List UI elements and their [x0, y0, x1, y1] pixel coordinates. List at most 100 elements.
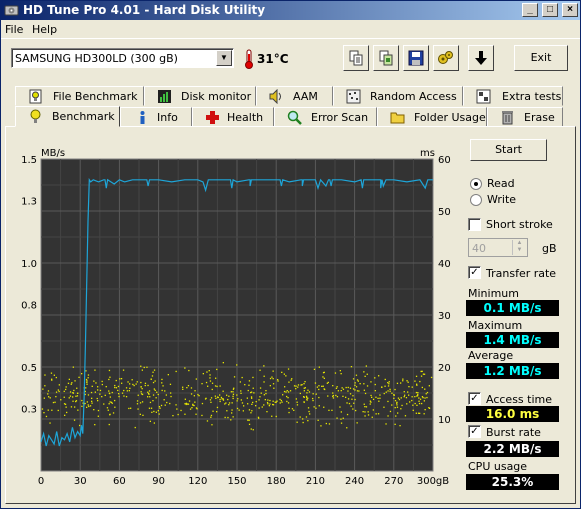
minimum-value: 0.1 MB/s — [466, 300, 559, 316]
access-time-point — [411, 396, 413, 398]
tab-info-label: Info — [157, 111, 178, 124]
access-time-point — [136, 381, 138, 383]
access-time-point — [265, 390, 267, 392]
start-button[interactable]: Start — [470, 139, 547, 161]
short-stroke-input[interactable]: 40 ▲ ▼ — [468, 238, 528, 257]
access-time-point — [408, 394, 410, 396]
access-time-point — [406, 380, 408, 382]
access-time-point — [78, 376, 80, 378]
access-time-point — [161, 389, 163, 392]
tab-benchmark[interactable]: Benchmark — [15, 106, 120, 127]
download-button[interactable] — [468, 45, 494, 71]
tab-aam[interactable]: AAM — [256, 86, 333, 106]
save-button[interactable] — [403, 45, 429, 71]
tab-error-scan[interactable]: Error Scan — [274, 107, 377, 127]
access-time-point — [195, 378, 197, 380]
burst-rate-checkbox[interactable]: ✓ — [468, 425, 481, 438]
access-time-point — [188, 369, 190, 372]
access-time-point — [193, 395, 195, 397]
tab-extra-tests[interactable]: Extra tests — [463, 86, 563, 106]
access-time-checkbox[interactable]: ✓ — [468, 392, 481, 405]
access-time-point — [112, 412, 115, 414]
short-stroke-label: Short stroke — [486, 218, 553, 231]
access-time-point — [63, 390, 65, 392]
tab-info[interactable]: Info — [120, 107, 192, 127]
access-time-point — [420, 370, 422, 373]
access-time-point — [41, 408, 44, 410]
access-time-point — [191, 407, 193, 409]
access-time-point — [415, 412, 417, 414]
access-time-point — [272, 378, 274, 380]
access-time-point — [209, 399, 212, 401]
close-button[interactable]: × — [562, 3, 578, 17]
access-time-point — [148, 390, 151, 392]
access-time-point — [352, 388, 355, 390]
access-time-point — [364, 415, 366, 417]
maximize-button[interactable]: □ — [542, 3, 558, 17]
minimize-button[interactable]: _ — [522, 3, 538, 17]
access-time-point — [269, 399, 271, 402]
access-time-point — [217, 396, 219, 399]
access-time-point — [108, 423, 110, 426]
access-time-point — [411, 386, 413, 388]
copy-text-button[interactable] — [343, 45, 369, 71]
access-time-point — [79, 424, 81, 427]
access-time-point — [293, 409, 295, 411]
access-time-point — [404, 394, 406, 396]
access-time-point — [190, 393, 193, 395]
access-time-point — [388, 381, 390, 383]
drive-select[interactable]: SAMSUNG HD300LD (300 gB) ▼ — [11, 48, 234, 68]
access-time-point — [304, 387, 306, 389]
access-time-point — [327, 395, 329, 397]
tab-folder-usage[interactable]: Folder Usage — [377, 107, 487, 127]
access-time-point — [55, 376, 57, 379]
menu-help[interactable]: Help — [32, 23, 57, 36]
title-bar[interactable]: HD Tune Pro 4.01 - Hard Disk Utility _ □… — [1, 1, 580, 20]
access-time-point — [248, 384, 250, 386]
copy-screenshot-button[interactable] — [373, 45, 399, 71]
access-time-point — [251, 403, 253, 405]
copy-text-icon — [349, 50, 363, 66]
options-button[interactable] — [433, 45, 459, 71]
access-time-point — [365, 406, 368, 408]
access-time-point — [379, 394, 381, 396]
short-stroke-checkbox[interactable] — [468, 218, 481, 231]
access-time-point — [157, 393, 159, 396]
access-time-point — [394, 400, 397, 402]
y2-tick-label: 10 — [438, 415, 451, 426]
access-time-point — [236, 407, 239, 410]
access-time-point — [186, 387, 188, 389]
read-radio[interactable] — [470, 178, 482, 190]
menu-file[interactable]: File — [5, 23, 23, 36]
access-time-point — [332, 385, 334, 387]
transfer-rate-checkbox[interactable]: ✓ — [468, 266, 481, 279]
tab-erase[interactable]: Erase — [487, 107, 563, 127]
access-time-point — [402, 378, 404, 380]
access-time-point — [150, 378, 152, 380]
spinner-icon[interactable]: ▲ ▼ — [512, 240, 526, 255]
access-time-point — [176, 408, 178, 410]
access-time-point — [153, 422, 155, 424]
access-time-point — [211, 424, 213, 426]
access-time-value: 16.0 ms — [466, 406, 559, 422]
tab-health[interactable]: Health — [192, 107, 274, 127]
tab-file-benchmark[interactable]: File Benchmark — [15, 86, 144, 106]
access-time-point — [352, 378, 355, 380]
access-time-point — [316, 386, 318, 388]
exit-button[interactable]: Exit — [514, 45, 568, 71]
maximum-label: Maximum — [468, 319, 523, 332]
access-time-point — [362, 411, 364, 413]
access-time-point — [60, 399, 62, 401]
access-time-point — [121, 382, 123, 384]
access-time-point — [426, 391, 429, 394]
tab-disk-monitor[interactable]: Disk monitor — [144, 86, 256, 106]
access-time-point — [315, 393, 317, 395]
access-time-point — [384, 385, 386, 387]
access-time-point — [265, 392, 267, 395]
access-time-point — [86, 381, 88, 383]
access-time-point — [163, 399, 165, 401]
write-radio[interactable] — [470, 194, 482, 206]
tab-random-access[interactable]: Random Access — [333, 86, 463, 106]
access-time-point — [139, 413, 141, 415]
chevron-down-icon[interactable]: ▼ — [216, 50, 232, 66]
